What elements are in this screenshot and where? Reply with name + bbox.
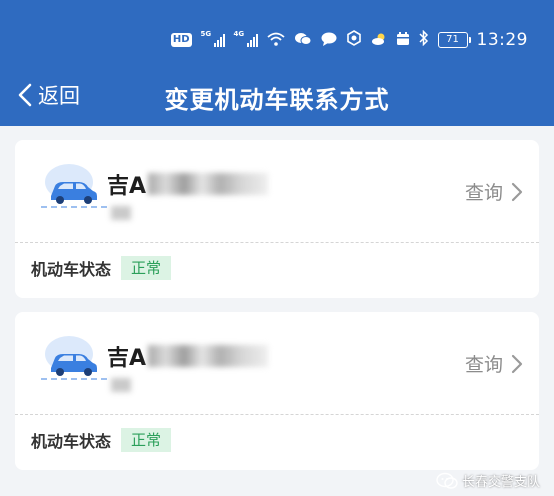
watermark: 长春交警支队 (436, 471, 540, 490)
app-header: HD 5G 4G 71 13:29 返回 变更机动车联系方式 (0, 0, 554, 126)
query-label: 查询 (464, 182, 503, 204)
bluetooth-icon (418, 29, 429, 50)
plate-redacted (148, 345, 269, 367)
wechat-icon (294, 31, 312, 50)
page-title: 变更机动车联系方式 (164, 86, 390, 114)
status-time: 13:29 (476, 30, 528, 50)
vehicle-card[interactable]: 吉A 查询 机动车状态 正常 (15, 140, 539, 298)
weather-icon (371, 31, 387, 50)
wechat-logo-icon (436, 472, 458, 489)
chevron-right-icon (511, 182, 523, 201)
message-icon (321, 31, 337, 50)
vehicle-type-redacted (111, 378, 131, 392)
query-label: 查询 (464, 354, 503, 376)
status-bar: HD 5G 4G 71 13:29 (0, 24, 554, 56)
chevron-right-icon (511, 354, 523, 373)
status-badge: 正常 (121, 428, 172, 452)
car-icon (41, 164, 107, 208)
plate-redacted (148, 173, 269, 195)
wifi-icon (266, 31, 285, 50)
status-label: 机动车状态 (31, 260, 112, 279)
watermark-text: 长春交警支队 (461, 475, 540, 490)
plate-number: 吉A (107, 340, 269, 372)
car-icon (41, 336, 107, 380)
query-button[interactable]: 查询 (465, 350, 523, 377)
vehicle-type-redacted (111, 206, 131, 220)
card-divider (15, 414, 539, 415)
app-icon (346, 30, 362, 50)
plate-number: 吉A (107, 168, 269, 200)
status-row: 机动车状态 正常 (31, 428, 172, 452)
vehicle-card[interactable]: 吉A 查询 机动车状态 正常 (15, 312, 539, 470)
signal-4g-icon: 4G (234, 30, 258, 47)
card-divider (15, 242, 539, 243)
status-label: 机动车状态 (31, 432, 112, 451)
nav-bar: 返回 变更机动车联系方式 (0, 70, 554, 120)
calendar-icon (396, 31, 410, 50)
query-button[interactable]: 查询 (465, 178, 523, 205)
hd-icon: HD (170, 33, 192, 47)
battery-icon: 71 (437, 32, 471, 48)
status-badge: 正常 (121, 256, 172, 280)
status-row: 机动车状态 正常 (31, 256, 172, 280)
signal-5g-icon: 5G (201, 30, 225, 47)
